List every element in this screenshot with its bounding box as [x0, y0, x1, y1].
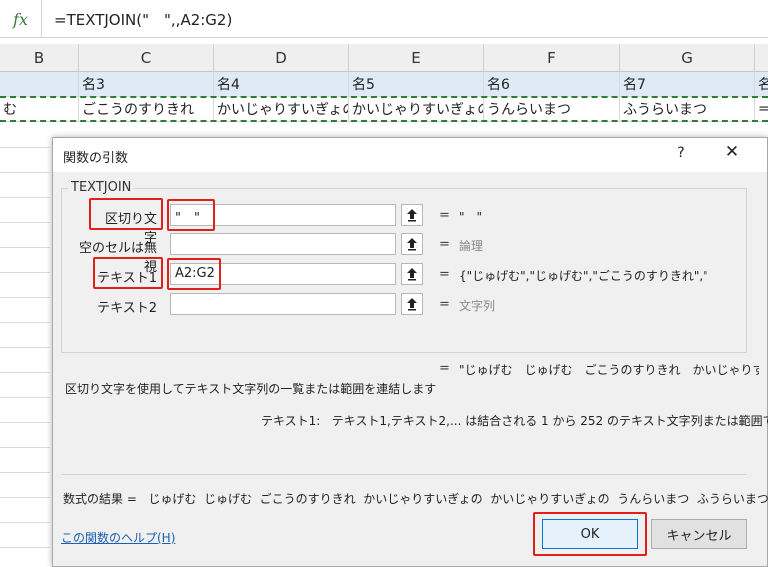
formula-bar: fx =TEXTJOIN(" ",,A2:G2) — [0, 0, 768, 38]
divider — [61, 474, 747, 475]
column-header-f[interactable]: F — [484, 44, 620, 72]
column-header-e[interactable]: E — [349, 44, 484, 72]
column-header-g[interactable]: G — [620, 44, 755, 72]
equals-sign: = — [439, 237, 450, 252]
highlight-box — [167, 258, 221, 290]
arg-input-ignore-empty[interactable] — [170, 233, 396, 255]
gridline — [0, 447, 50, 448]
dialog-title: 関数の引数 — [63, 151, 129, 166]
help-button[interactable]: ? — [669, 145, 693, 165]
column-header-d[interactable]: D — [214, 44, 349, 72]
gridline — [0, 422, 50, 423]
gridline — [0, 297, 50, 298]
cell-g1[interactable]: 名7 — [620, 72, 755, 97]
gridline — [0, 547, 50, 548]
range-select-icon[interactable] — [401, 204, 423, 226]
equals-sign: = — [439, 297, 450, 312]
function-name: TEXTJOIN — [68, 180, 135, 195]
cancel-button[interactable]: キャンセル — [651, 519, 747, 549]
gridline — [0, 197, 50, 198]
gridline — [0, 522, 50, 523]
equals-sign: = — [439, 267, 450, 282]
fx-icon[interactable]: fx — [0, 0, 42, 38]
dialog-title-bar[interactable]: 関数の引数 ? ✕ — [53, 138, 767, 172]
gridline — [0, 147, 50, 148]
cell-d1[interactable]: 名4 — [214, 72, 349, 97]
column-header-c[interactable]: C — [79, 44, 214, 72]
cell-h1[interactable]: 名 — [755, 72, 768, 97]
gridline — [0, 172, 50, 173]
cell-b2[interactable]: む — [0, 97, 79, 122]
gridline — [0, 272, 50, 273]
highlight-box — [89, 198, 163, 230]
function-arguments-dialog: 関数の引数 ? ✕ TEXTJOIN 区切り文字 " " = " " 空のセルは… — [52, 137, 768, 567]
gridline — [0, 372, 50, 373]
gridline — [0, 222, 50, 223]
cell-e1[interactable]: 名5 — [349, 72, 484, 97]
cell-c2[interactable]: ごこうのすりきれ — [79, 97, 214, 122]
gridline — [0, 347, 50, 348]
gridline — [0, 497, 50, 498]
arg-result-ignore-empty: 論理 — [459, 239, 484, 253]
range-select-icon[interactable] — [401, 233, 423, 255]
cell-f1[interactable]: 名6 — [484, 72, 620, 97]
close-icon[interactable]: ✕ — [717, 142, 747, 168]
cell-d2[interactable]: かいじゃりすいぎょの — [214, 97, 349, 122]
highlight-box — [533, 512, 647, 556]
column-header-b[interactable]: B — [0, 44, 79, 72]
arg-result-text2: 文字列 — [459, 299, 496, 313]
formula-result: 数式の結果 = じゅげむ じゅげむ ごこうのすりきれ かいじゃりすいぎょの かい… — [63, 492, 768, 506]
overall-result: "じゅげむ じゅげむ ごこうのすりきれ かいじゃりす — [459, 363, 759, 377]
highlight-box — [167, 199, 215, 231]
cell-e2[interactable]: かいじゃりすいぎょの — [349, 97, 484, 122]
gridline — [0, 247, 50, 248]
equals-sign: = — [439, 361, 450, 376]
arg-result-text1: {"じゅげむ","じゅげむ","ごこうのすりきれ","かいじ — [459, 269, 707, 283]
cell-g2[interactable]: ふうらいまつ — [620, 97, 755, 122]
range-select-icon[interactable] — [401, 293, 423, 315]
cell-b1[interactable] — [0, 72, 79, 97]
arg-input-text2[interactable] — [170, 293, 396, 315]
cell-c1[interactable]: 名3 — [79, 72, 214, 97]
function-description: 区切り文字を使用してテキスト文字列の一覧または範囲を連結します — [65, 382, 437, 396]
arg-label-text2: テキスト2 — [97, 301, 157, 316]
column-header-h[interactable] — [755, 44, 768, 72]
cell-f2[interactable]: うんらいまつ — [484, 97, 620, 122]
cell-h2[interactable]: = — [755, 97, 768, 122]
arg-result-delimiter: " " — [459, 210, 483, 224]
equals-sign: = — [439, 208, 450, 223]
gridline — [0, 397, 50, 398]
highlight-box — [93, 257, 163, 289]
formula-input[interactable]: =TEXTJOIN(" ",,A2:G2) — [54, 9, 232, 30]
range-select-icon[interactable] — [401, 263, 423, 285]
gridline — [0, 472, 50, 473]
argument-description: テキスト1: テキスト1,テキスト2,... は結合される 1 から 252 の… — [261, 414, 768, 428]
function-help-link[interactable]: この関数のヘルプ(H) — [61, 529, 175, 546]
gridline — [0, 322, 50, 323]
